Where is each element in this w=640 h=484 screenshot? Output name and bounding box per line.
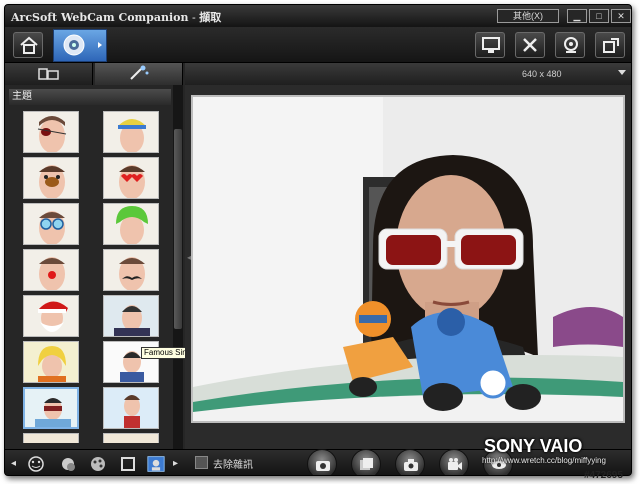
heart-eyes-face-icon — [119, 165, 145, 198]
close-button[interactable]: ✕ — [611, 9, 631, 23]
mustache-face-icon — [119, 257, 145, 290]
face-effect-icon[interactable] — [27, 455, 45, 473]
preview-panel: 640 x 480 ◂ — [185, 63, 631, 449]
theme-section-header: 主題 — [9, 89, 171, 105]
scroll-right-icon[interactable]: ▸ — [173, 455, 191, 473]
capture-settings-button[interactable] — [475, 32, 505, 58]
home-icon — [20, 36, 38, 54]
effects-panel: 主題 — [5, 63, 185, 449]
app-name: ArcSoft WebCam Companion — [11, 11, 189, 24]
frame-icon[interactable] — [119, 455, 137, 473]
sunglasses-frame-icon — [25, 389, 77, 427]
effects-thumbnail-grid — [9, 107, 171, 443]
effect-thumb-famous-singer[interactable] — [103, 295, 159, 337]
effect-thumb-santa[interactable] — [23, 295, 79, 337]
webcam-icon — [63, 34, 102, 56]
export-button[interactable] — [595, 32, 625, 58]
burst-capture-button[interactable] — [351, 449, 381, 475]
title-separator: - — [188, 11, 200, 24]
resolution-bar: 640 x 480 — [185, 63, 631, 85]
self-timer-button[interactable] — [395, 449, 425, 475]
effects-scrollbar[interactable] — [173, 85, 183, 449]
camera-lens-icon — [564, 37, 578, 53]
effect-thumb-bear-nose[interactable] — [23, 157, 79, 199]
window-title: ArcSoft WebCam Companion - 擷取 — [11, 9, 221, 25]
green-helmet-face-icon — [116, 206, 148, 244]
effect-thumb-mustache[interactable] — [103, 249, 159, 291]
remove-noise-label: 去除雜訊 — [213, 460, 253, 471]
fashion-frame-icon — [104, 388, 158, 428]
resolution-dropdown-arrow[interactable] — [618, 70, 626, 75]
effect-thumb-eyepatch[interactable] — [23, 111, 79, 153]
tools-icon — [523, 38, 537, 52]
capture-tab[interactable] — [53, 29, 107, 62]
minimize-button[interactable]: ▁ — [567, 9, 587, 23]
watermark-brand: SONY VAIO — [484, 436, 583, 456]
panel-tabs — [5, 63, 185, 85]
effect-thumb-fashion-frame[interactable] — [103, 387, 159, 429]
record-video-button[interactable] — [439, 449, 469, 475]
effects-scroll-thumb[interactable] — [174, 129, 182, 329]
tab-effects[interactable] — [95, 63, 183, 85]
webcam-preview-image — [193, 97, 623, 421]
webcam-settings-button[interactable] — [555, 32, 585, 58]
maximize-button[interactable]: □ — [589, 9, 609, 23]
famous-singer-icon — [104, 296, 158, 336]
home-button[interactable] — [13, 32, 43, 58]
webcam-preview — [191, 95, 625, 423]
frames-icon — [38, 68, 59, 80]
effect-thumb-partial-2[interactable] — [103, 433, 159, 443]
mode-name: 擷取 — [199, 11, 222, 24]
effect-thumb-heart-eyes[interactable] — [103, 157, 159, 199]
tools-button[interactable] — [515, 32, 545, 58]
mask-effect-icon[interactable] — [59, 455, 77, 473]
effect-thumb-green-helmet[interactable] — [103, 203, 159, 245]
partial-thumb-icon — [24, 434, 78, 443]
effect-thumb-clown-nose[interactable] — [23, 249, 79, 291]
effect-thumb-cap[interactable] — [103, 111, 159, 153]
cap-face-icon — [118, 119, 146, 152]
camera-icon — [316, 461, 330, 471]
timer-camera-icon — [404, 459, 418, 471]
tab-frames[interactable] — [5, 63, 93, 85]
blonde-wig-icon — [24, 342, 78, 382]
effect-thumb-partial-1[interactable] — [23, 433, 79, 443]
main-toolbar — [5, 27, 631, 63]
effect-thumb-round-glasses[interactable] — [23, 203, 79, 245]
video-camera-icon — [448, 458, 462, 470]
export-icon — [603, 38, 619, 53]
watermark-url: http://www.wretch.cc/blog/miffyying — [482, 456, 606, 465]
title-bar: ArcSoft WebCam Companion - 擷取 其他(X) ▁ □ … — [5, 5, 631, 27]
avatar-effect-icon[interactable] — [147, 455, 165, 473]
remove-noise-checkbox[interactable] — [195, 456, 208, 469]
resolution-label: 640 x 480 — [522, 69, 562, 79]
magic-wand-icon — [130, 65, 149, 80]
palette-icon[interactable] — [89, 455, 107, 473]
watermark-id: #472695 — [584, 470, 623, 481]
bear-face-icon — [39, 165, 65, 198]
effect-thumb-sunglasses-frame[interactable] — [23, 387, 79, 429]
clown-nose-face-icon — [39, 257, 65, 290]
take-photo-button[interactable] — [307, 449, 337, 475]
effect-thumb-blonde-wig[interactable] — [23, 341, 79, 383]
santa-face-icon — [38, 301, 68, 332]
round-glasses-face-icon — [39, 211, 65, 244]
partial-thumb-icon — [104, 434, 158, 443]
burst-icon — [360, 458, 373, 470]
others-button[interactable]: 其他(X) — [497, 9, 559, 23]
eyepatch-face-icon — [37, 116, 67, 152]
app-window: ArcSoft WebCam Companion - 擷取 其他(X) ▁ □ … — [4, 4, 632, 476]
monitor-icon — [482, 37, 500, 53]
